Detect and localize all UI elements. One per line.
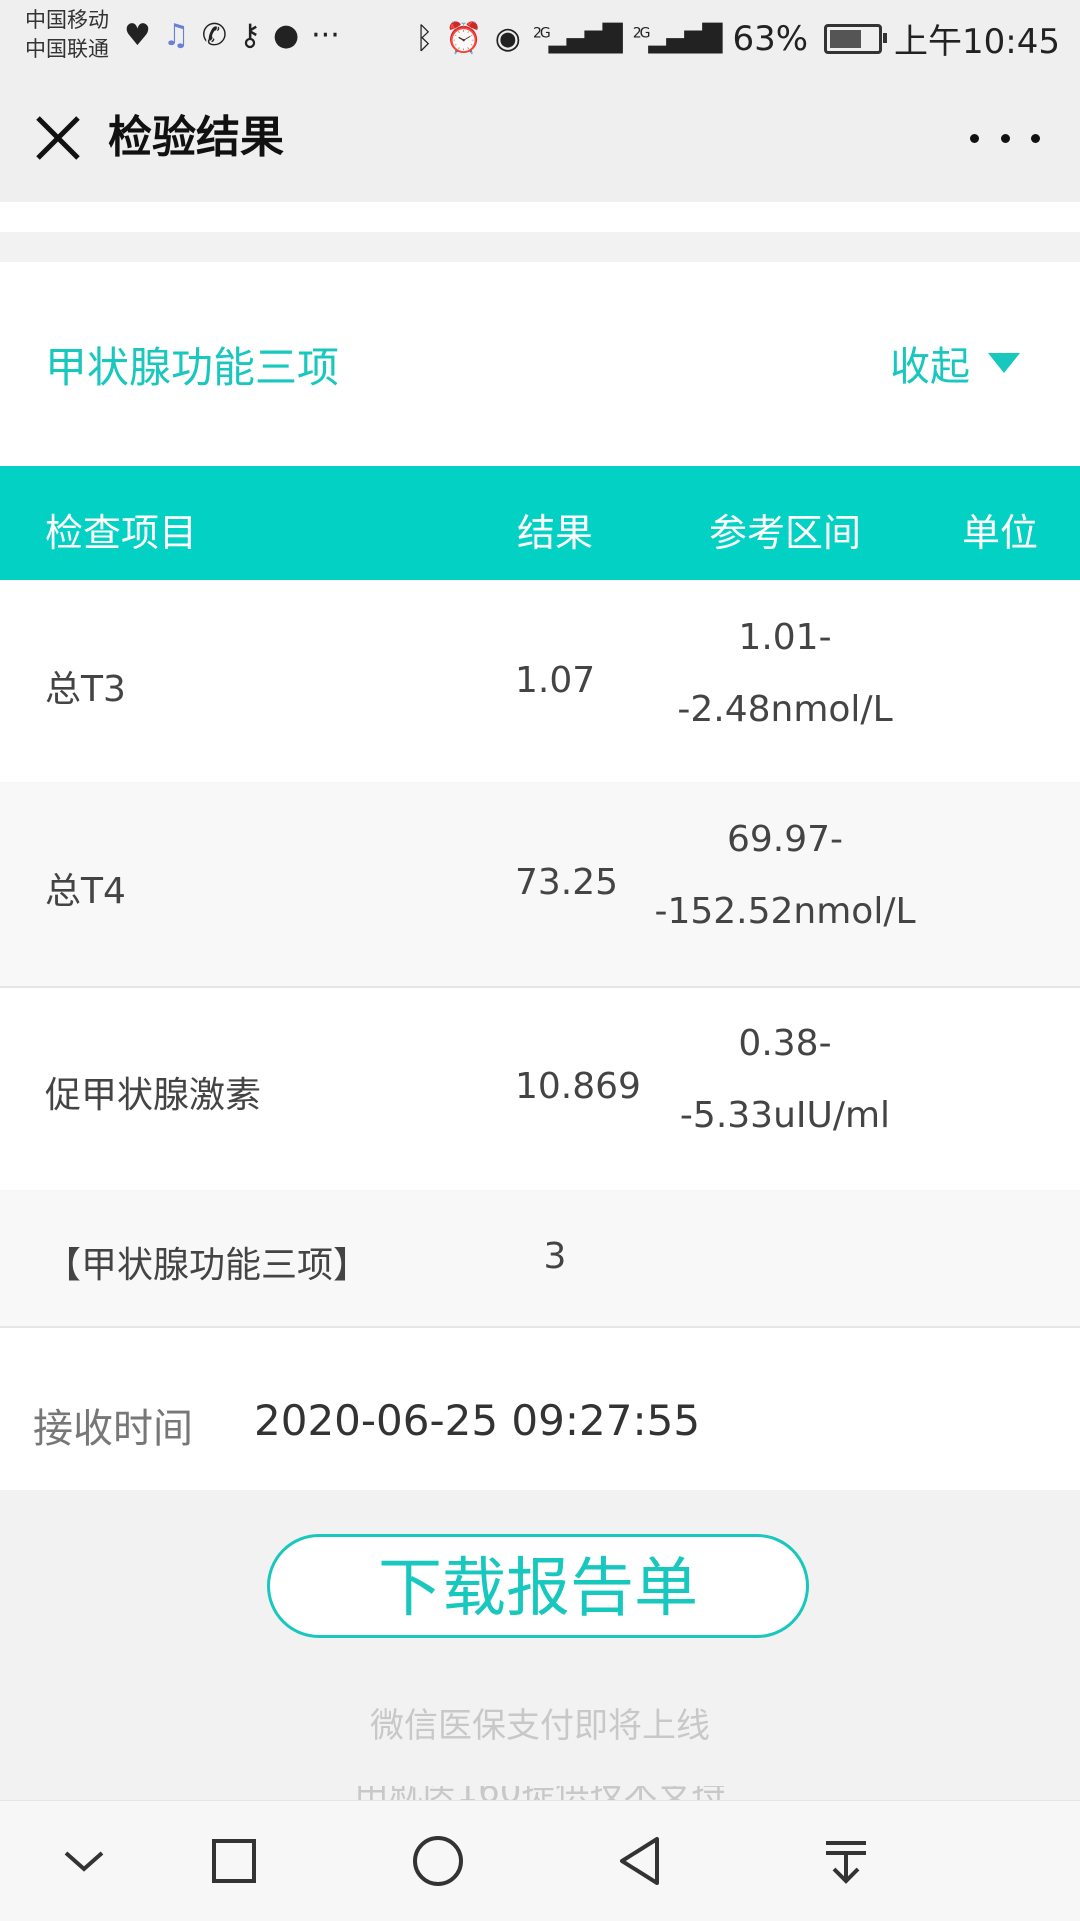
receive-time-value: 2020-06-25 09:27:55 [254, 1396, 701, 1445]
eye-comfort-icon: ◉ [494, 21, 521, 56]
missed-call-icon: ✆ [201, 18, 227, 53]
close-icon [36, 116, 80, 160]
battery-icon [824, 23, 888, 54]
collapse-label: 收起 [890, 344, 970, 390]
system-nav-bar [0, 1800, 1080, 1921]
signal-2-icon: 2G▂▄▆█ [632, 23, 723, 54]
heart-rate-icon: ♥ [124, 18, 151, 53]
row-result: 1.07 [515, 660, 596, 701]
previous-card-edge [0, 202, 1080, 232]
hide-nav-button[interactable] [54, 1831, 114, 1891]
table-row: 【甲状腺功能三项】 3 [0, 1190, 1080, 1328]
row-range: 0.38- -5.33uIU/ml [679, 1023, 891, 1136]
system-status: ᛒ ⏰ ◉ 2G▂▄▆█ 2G▂▄▆█ 63% 上午10:45 [415, 14, 1060, 63]
row-item: 总T3 [45, 669, 126, 710]
clock: 上午10:45 [894, 22, 1060, 62]
bluetooth-icon: ᛒ [415, 21, 434, 56]
more-notifications-icon: ··· [311, 18, 340, 53]
header-item: 检查项目 [45, 511, 198, 555]
row-item: 总T4 [45, 871, 126, 912]
collapse-button[interactable]: 收起 [890, 334, 1020, 392]
triangle-back-icon [620, 1837, 659, 1885]
row-result: 73.25 [515, 862, 619, 903]
table-row: 促甲状腺激素 10.869 0.38- -5.33uIU/ml [0, 986, 1080, 1192]
download-report-button[interactable]: 下载报告单 [267, 1534, 809, 1638]
recent-apps-button[interactable] [204, 1831, 264, 1891]
carrier-info: 中国移动 中国联通 [25, 6, 109, 64]
carrier-2: 中国联通 [25, 37, 109, 61]
nav-bar: 检验结果 [0, 78, 1080, 203]
row-range: 1.01- -2.48nmol/L [677, 617, 893, 730]
battery-percent: 63% [732, 18, 809, 59]
section-title: 甲状腺功能三项 [45, 343, 340, 392]
home-button[interactable] [408, 1831, 468, 1891]
more-options-button[interactable] [970, 118, 1040, 158]
row-result: 3 [543, 1236, 567, 1277]
square-icon [212, 1839, 256, 1883]
pull-down-icon [826, 1841, 866, 1884]
footer-note: 微信医保支付即将上线 [370, 1706, 710, 1746]
header-range: 参考区间 [708, 511, 861, 555]
close-button[interactable] [28, 108, 88, 168]
header-result: 结果 [516, 511, 593, 555]
circle-icon [413, 1836, 463, 1886]
more-icon [970, 133, 979, 143]
status-bar: 中国移动 中国联通 ♥ ♫ ✆ ⚷ ● ··· ᛒ ⏰ ◉ 2G▂▄▆█ 2G▂… [0, 0, 1080, 78]
row-range: 69.97- -152.52nmol/L [654, 819, 916, 932]
row-item: 【甲状腺功能三项】 [45, 1245, 370, 1286]
back-button[interactable] [612, 1831, 672, 1891]
carrier-1: 中国移动 [25, 8, 109, 32]
result-card: 甲状腺功能三项 收起 检查项目 结果 参考区间 单位 总T3 1.07 1.01… [0, 262, 1080, 1490]
receive-time-row: 接收时间 2020-06-25 09:27:55 [0, 1352, 1080, 1490]
table-row: 总T4 73.25 69.97- -152.52nmol/L [0, 782, 1080, 988]
notification-icons: ♥ ♫ ✆ ⚷ ● ··· [124, 18, 340, 54]
key-icon: ⚷ [238, 18, 261, 53]
contact-icon: ● [272, 18, 300, 53]
row-result: 10.869 [515, 1066, 641, 1107]
receive-time-label: 接收时间 [33, 1406, 193, 1452]
music-icon: ♫ [162, 18, 190, 53]
chevron-down-icon [64, 1851, 104, 1872]
row-item: 促甲状腺激素 [45, 1075, 262, 1116]
table-header: 检查项目 结果 参考区间 单位 [0, 466, 1080, 580]
header-unit: 单位 [962, 511, 1039, 555]
signal-1-icon: 2G▂▄▆█ [532, 23, 623, 54]
triangle-down-icon [988, 353, 1020, 373]
notification-pull-button[interactable] [816, 1831, 876, 1891]
page-title: 检验结果 [108, 112, 284, 163]
alarm-icon: ⏰ [445, 21, 483, 56]
footer-credit: 由就医160提供技术支持 [0, 1786, 1080, 1800]
table-row: 总T3 1.07 1.01- -2.48nmol/L [0, 580, 1080, 784]
